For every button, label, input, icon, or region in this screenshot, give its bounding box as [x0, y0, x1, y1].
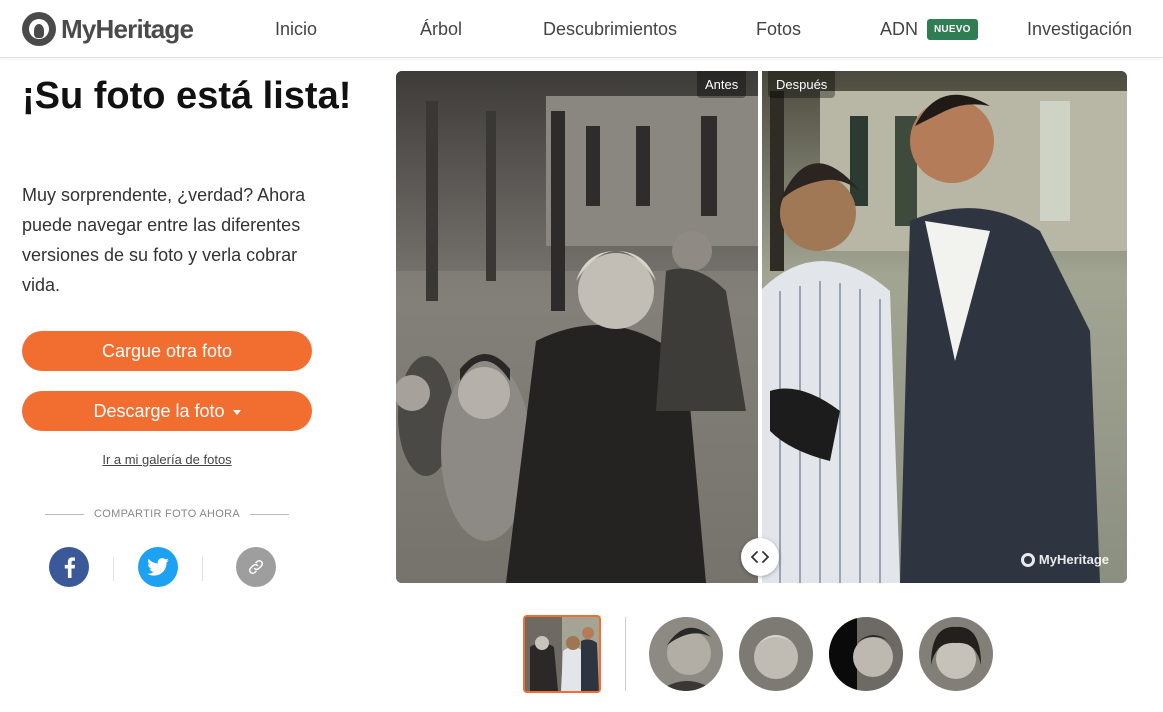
upload-another-photo-button[interactable]: Cargue otra foto [22, 331, 312, 371]
new-badge: NUEVO [927, 18, 978, 40]
social-separator [113, 557, 114, 581]
photo-comparison[interactable]: Antes Después MyHeritage [396, 71, 1127, 583]
watermark-logo-icon [1020, 552, 1035, 567]
photo-watermark: MyHeritage [1020, 552, 1109, 567]
page-description: Muy sorprendente, ¿verdad? Ahora puede n… [22, 185, 306, 295]
myheritage-logo-icon [22, 12, 56, 46]
nav-item-investigacion[interactable]: Investigación [1027, 0, 1132, 58]
before-label: Antes [697, 71, 747, 98]
facebook-icon [64, 557, 76, 578]
gallery-link[interactable]: Ir a mi galería de fotos [22, 452, 312, 467]
face-image [829, 617, 903, 691]
face-image [649, 617, 723, 691]
face-thumbnail-girl[interactable] [919, 617, 993, 691]
after-label: Después [768, 71, 836, 98]
compare-slider-handle[interactable] [741, 538, 779, 576]
share-divider: COMPARTIR FOTO AHORA [45, 508, 289, 520]
caret-down-icon [232, 409, 241, 415]
after-photo [760, 71, 1127, 583]
thumbnail-separator [625, 617, 626, 691]
face-image [919, 617, 993, 691]
share-line-right [249, 513, 289, 515]
copy-link-button[interactable] [236, 547, 276, 587]
twitter-share-button[interactable] [138, 547, 178, 587]
nav-item-inicio[interactable]: Inicio [275, 0, 317, 58]
face-thumbnail-boy[interactable] [829, 617, 903, 691]
thumbnail-image [525, 617, 599, 691]
comparison-divider[interactable] [758, 71, 762, 583]
compare-arrows-icon [751, 551, 769, 563]
nav-item-adn-label: ADN [880, 18, 919, 39]
myheritage-logo[interactable]: MyHeritage [22, 12, 194, 46]
social-separator [202, 557, 203, 581]
logo-text: MyHeritage [61, 13, 194, 44]
face-thumbnail-man[interactable] [649, 617, 723, 691]
facebook-share-button[interactable] [49, 547, 89, 587]
nav-item-fotos[interactable]: Fotos [756, 0, 801, 58]
download-photo-button[interactable]: Descarge la foto [22, 391, 312, 431]
upload-button-label: Cargue otra foto [101, 340, 233, 361]
share-label: COMPARTIR FOTO AHORA [94, 508, 240, 520]
download-button-label: Descarge la foto [93, 400, 225, 421]
thumbnail-full-photo[interactable] [523, 615, 601, 693]
face-thumbnail-woman[interactable] [739, 617, 813, 691]
twitter-icon [147, 558, 169, 576]
page-title: ¡Su foto está lista! [22, 75, 352, 117]
nav-item-descubrimientos[interactable]: Descubrimientos [543, 0, 677, 58]
top-header: MyHeritage Inicio Árbol Descubrimientos … [0, 0, 1163, 58]
face-image [739, 617, 813, 691]
link-icon [248, 559, 264, 575]
before-photo [396, 71, 760, 583]
share-line-left [45, 513, 85, 515]
watermark-text: MyHeritage [1038, 552, 1109, 567]
nav-item-adn[interactable]: ADN NUEVO [880, 0, 978, 58]
nav-item-arbol[interactable]: Árbol [420, 0, 462, 58]
